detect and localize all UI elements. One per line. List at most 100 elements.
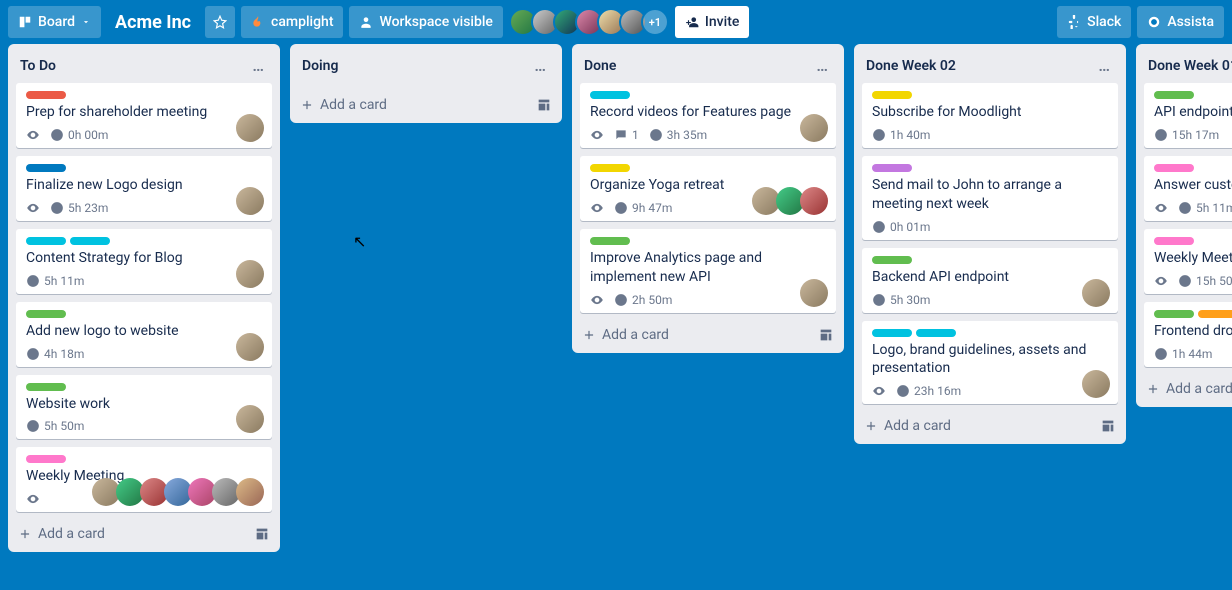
- workspace-button[interactable]: camplight: [241, 6, 343, 38]
- list-header[interactable]: Doing …: [290, 44, 562, 83]
- card[interactable]: Improve Analytics page and implement new…: [580, 229, 836, 313]
- card-label[interactable]: [1154, 310, 1194, 318]
- card-label[interactable]: [26, 91, 66, 99]
- card-label[interactable]: [26, 164, 66, 172]
- avatar[interactable]: [236, 114, 264, 142]
- card-label[interactable]: [590, 237, 630, 245]
- card[interactable]: API endpoint tests15h 17m: [1144, 83, 1232, 148]
- add-card-button[interactable]: Add a card: [8, 518, 280, 552]
- card[interactable]: Frontend dropdown1h 44m: [1144, 302, 1232, 367]
- invite-button[interactable]: Invite: [675, 6, 749, 38]
- card-label[interactable]: [26, 383, 66, 391]
- time-value: 9h 47m: [632, 201, 672, 215]
- avatar[interactable]: [800, 279, 828, 307]
- assista-button[interactable]: Assista: [1137, 6, 1224, 38]
- card-labels: [590, 91, 826, 99]
- card-label[interactable]: [70, 237, 110, 245]
- list-header[interactable]: To Do…: [8, 44, 280, 83]
- card[interactable]: Add new logo to website4h 18m: [16, 302, 272, 367]
- card-label[interactable]: [1198, 310, 1232, 318]
- visibility-button[interactable]: Workspace visible: [349, 6, 502, 38]
- workspace-label: camplight: [271, 14, 333, 30]
- card-badges: 5h 30m: [872, 293, 1108, 307]
- add-card-button[interactable]: Add a card: [854, 410, 1126, 444]
- time-badge: 15h 17m: [1154, 128, 1219, 142]
- list-header[interactable]: Done Week 02…: [854, 44, 1126, 83]
- avatar[interactable]: [1082, 370, 1110, 398]
- card[interactable]: Answer customer5h 11m: [1144, 156, 1232, 221]
- avatar[interactable]: [236, 260, 264, 288]
- card[interactable]: Subscribe for Moodlight1h 40m: [862, 83, 1118, 148]
- time-value: 0h 01m: [890, 220, 930, 234]
- card-title: Logo, brand guidelines, assets and prese…: [872, 341, 1108, 379]
- card[interactable]: Content Strategy for Blog5h 11m: [16, 229, 272, 294]
- list: To Do…Prep for shareholder meeting0h 00m…: [8, 44, 280, 552]
- card-badges: 2h 50m: [590, 293, 826, 307]
- avatar-extra-count[interactable]: +1: [641, 8, 669, 36]
- avatar[interactable]: [1082, 279, 1110, 307]
- card-label[interactable]: [26, 310, 66, 318]
- card-label[interactable]: [26, 455, 66, 463]
- board-view-button[interactable]: Board: [8, 6, 101, 38]
- list-menu-button[interactable]: …: [246, 54, 270, 77]
- card-members: [1086, 370, 1110, 398]
- card-label[interactable]: [1154, 164, 1194, 172]
- card[interactable]: Logo, brand guidelines, assets and prese…: [862, 321, 1118, 405]
- card-badges: 5h 11m: [1154, 201, 1232, 215]
- card[interactable]: Website work5h 50m: [16, 375, 272, 440]
- card-label[interactable]: [590, 91, 630, 99]
- avatar[interactable]: [236, 187, 264, 215]
- visibility-label: Workspace visible: [379, 14, 492, 30]
- list-header[interactable]: Done…: [572, 44, 844, 83]
- slack-button[interactable]: Slack: [1057, 6, 1131, 38]
- avatar[interactable]: [800, 114, 828, 142]
- member-avatars[interactable]: +1: [509, 8, 669, 36]
- card-label[interactable]: [872, 329, 912, 337]
- card-label[interactable]: [872, 91, 912, 99]
- comments-count: 1: [632, 128, 639, 142]
- card-label[interactable]: [26, 237, 66, 245]
- list-header[interactable]: Done Week 01…: [1136, 44, 1232, 83]
- avatar[interactable]: [236, 333, 264, 361]
- card[interactable]: Backend API endpoint5h 30m: [862, 248, 1118, 313]
- card[interactable]: Send mail to John to arrange a meeting n…: [862, 156, 1118, 240]
- card-labels: [590, 164, 826, 172]
- card[interactable]: Prep for shareholder meeting0h 00m: [16, 83, 272, 148]
- template-icon[interactable]: [536, 97, 552, 113]
- list-menu-button[interactable]: …: [810, 54, 834, 77]
- list-title: Doing: [302, 58, 338, 74]
- card[interactable]: Weekly Meeting15h 50m: [1144, 229, 1232, 294]
- card[interactable]: Finalize new Logo design5h 23m: [16, 156, 272, 221]
- card-label[interactable]: [872, 256, 912, 264]
- card-badges: 15h 50m: [1154, 274, 1232, 288]
- avatar[interactable]: [236, 478, 264, 506]
- avatar[interactable]: [236, 405, 264, 433]
- card-label[interactable]: [872, 164, 912, 172]
- avatar[interactable]: [800, 187, 828, 215]
- list: Doing … Add a card: [290, 44, 562, 123]
- add-card-button[interactable]: Add a card: [1136, 373, 1232, 407]
- card-label[interactable]: [590, 164, 630, 172]
- template-icon[interactable]: [818, 327, 834, 343]
- add-card-label: Add a card: [320, 97, 387, 113]
- list-menu-button[interactable]: …: [528, 54, 552, 77]
- card-label[interactable]: [1154, 91, 1194, 99]
- board-title[interactable]: Acme Inc: [107, 12, 199, 33]
- add-card-button[interactable]: Add a card: [290, 89, 562, 123]
- card[interactable]: Weekly Meeting: [16, 447, 272, 512]
- template-icon[interactable]: [254, 526, 270, 542]
- star-button[interactable]: [205, 6, 235, 38]
- card-label[interactable]: [916, 329, 956, 337]
- card-title: Frontend dropdown: [1154, 322, 1232, 341]
- card-label[interactable]: [1154, 237, 1194, 245]
- time-value: 15h 17m: [1172, 128, 1219, 142]
- list-menu-button[interactable]: …: [1092, 54, 1116, 77]
- card-labels: [26, 383, 262, 391]
- card-title: Send mail to John to arrange a meeting n…: [872, 176, 1108, 214]
- time-value: 2h 50m: [632, 293, 672, 307]
- card[interactable]: Organize Yoga retreat9h 47m: [580, 156, 836, 221]
- add-card-button[interactable]: Add a card: [572, 319, 844, 353]
- template-icon[interactable]: [1100, 418, 1116, 434]
- card-labels: [26, 91, 262, 99]
- card[interactable]: Record videos for Features page13h 35m: [580, 83, 836, 148]
